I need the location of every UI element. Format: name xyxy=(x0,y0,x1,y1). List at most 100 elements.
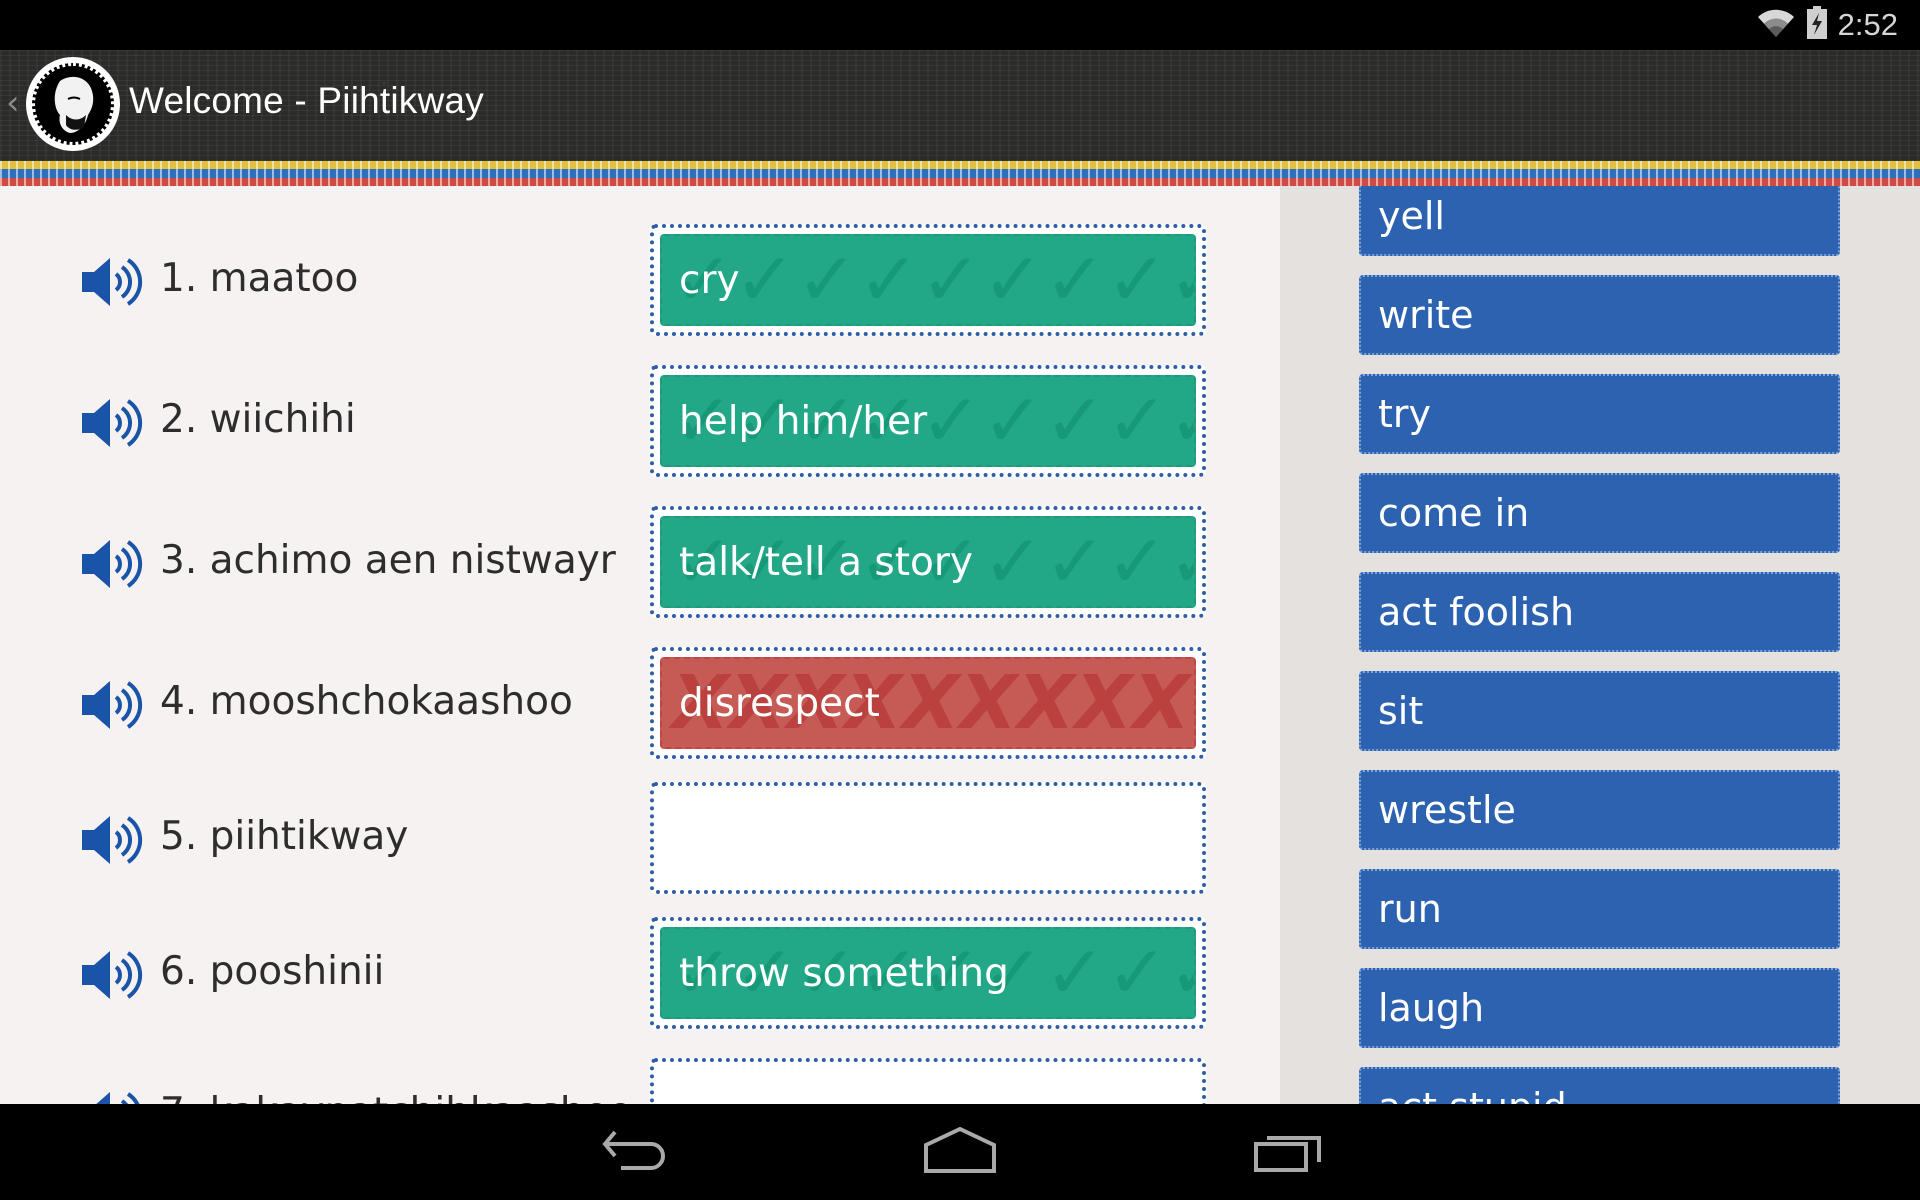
answer-drop-slot[interactable]: X X X X X X X X Xdisrespect xyxy=(650,647,1206,759)
app-logo[interactable] xyxy=(26,57,120,151)
check-icon: ✓ xyxy=(1106,519,1169,605)
correct-answer-tile[interactable]: ✓✓✓✓✓✓✓✓✓help him/her xyxy=(660,375,1196,467)
choices-panel[interactable]: yell write try come in act foolish sit wrestle… xyxy=(1280,186,1920,1104)
choice-tile[interactable]: yell xyxy=(1359,186,1840,256)
answer-drop-slot[interactable]: ✓✓✓✓✓✓✓✓✓cry xyxy=(650,224,1206,336)
x-icon: X xyxy=(1017,660,1075,746)
choice-label: write xyxy=(1378,293,1474,337)
x-icon: X xyxy=(1132,660,1190,746)
choice-tile[interactable]: sit xyxy=(1359,671,1840,751)
band-blue xyxy=(0,169,1920,178)
choice-tile[interactable]: come in xyxy=(1359,473,1840,553)
choice-label: yell xyxy=(1378,194,1445,238)
check-icon: ✓ xyxy=(1044,378,1107,464)
quiz-panel: 1. maatoo✓✓✓✓✓✓✓✓✓cry2. wiichihi✓✓✓✓✓✓✓✓… xyxy=(0,186,1280,1104)
x-icon: X xyxy=(1075,660,1133,746)
check-icon: ✓ xyxy=(1106,930,1169,1016)
speaker-icon[interactable] xyxy=(80,1088,144,1104)
portrait-icon xyxy=(32,63,114,145)
quiz-word: 2. wiichihi xyxy=(160,397,356,442)
check-icon: ✓ xyxy=(1106,237,1169,323)
check-icon: ✓ xyxy=(982,519,1045,605)
choice-label: run xyxy=(1378,887,1442,931)
choice-label: try xyxy=(1378,392,1432,436)
check-icon: ✓ xyxy=(858,237,921,323)
check-icon: ✓ xyxy=(1044,237,1107,323)
quiz-row: 2. wiichihi ✓✓✓✓✓✓✓✓✓help him/her xyxy=(0,365,1280,477)
home-button[interactable] xyxy=(920,1124,1000,1180)
choice-tile[interactable]: wrestle xyxy=(1359,770,1840,850)
beaded-divider xyxy=(0,161,1920,186)
check-icon: ✓ xyxy=(1168,519,1194,605)
check-icon: ✓ xyxy=(1168,237,1194,323)
choice-tile[interactable]: act stupid xyxy=(1359,1067,1840,1104)
choice-tile[interactable]: run xyxy=(1359,869,1840,949)
answer-drop-slot[interactable] xyxy=(650,782,1206,894)
checkmark-pattern-icon: ✓✓✓✓✓✓✓✓✓ xyxy=(672,236,1194,324)
quiz-word: 5. piihtikway xyxy=(160,814,409,859)
recent-apps-icon xyxy=(1253,1128,1323,1176)
speaker-icon[interactable] xyxy=(80,812,144,868)
correct-answer-tile[interactable]: ✓✓✓✓✓✓✓✓✓throw something xyxy=(660,927,1196,1019)
check-icon: ✓ xyxy=(982,378,1045,464)
check-icon: ✓ xyxy=(796,237,859,323)
choice-label: wrestle xyxy=(1378,788,1516,832)
choice-tile[interactable]: act foolish xyxy=(1359,572,1840,652)
battery-charging-icon xyxy=(1806,6,1828,44)
answer-text: throw something xyxy=(679,950,1009,996)
choice-label: act stupid xyxy=(1378,1085,1567,1104)
quiz-row: 6. pooshinii✓✓✓✓✓✓✓✓✓throw something xyxy=(0,917,1280,1029)
page-title: Welcome - Piihtikway xyxy=(129,80,484,121)
recent-apps-button[interactable] xyxy=(1248,1124,1328,1180)
speaker-icon[interactable] xyxy=(80,947,144,1003)
navigation-bar xyxy=(0,1104,1920,1200)
action-bar: ‹ Welcome - Piihtikway xyxy=(0,50,1920,161)
correct-answer-tile[interactable]: ✓✓✓✓✓✓✓✓✓cry xyxy=(660,234,1196,326)
answer-drop-slot[interactable]: ✓✓✓✓✓✓✓✓✓talk/tell a story xyxy=(650,506,1206,618)
status-icons: 2:52 xyxy=(1756,6,1898,44)
check-icon: ✓ xyxy=(1106,378,1169,464)
correct-answer-tile[interactable]: ✓✓✓✓✓✓✓✓✓talk/tell a story xyxy=(660,516,1196,608)
answer-drop-slot[interactable] xyxy=(650,1058,1206,1104)
choice-tile[interactable]: write xyxy=(1359,275,1840,355)
choice-tile[interactable]: try xyxy=(1359,374,1840,454)
check-icon: ✓ xyxy=(920,378,983,464)
answer-text: help him/her xyxy=(679,398,928,444)
choice-label: act foolish xyxy=(1378,590,1575,634)
back-button[interactable] xyxy=(596,1124,676,1180)
check-icon: ✓ xyxy=(920,237,983,323)
band-red xyxy=(0,178,1920,186)
answer-drop-slot[interactable]: ✓✓✓✓✓✓✓✓✓help him/her xyxy=(650,365,1206,477)
speaker-icon[interactable] xyxy=(80,395,144,451)
check-icon: ✓ xyxy=(1168,930,1194,1016)
quiz-row: 4. mooshchokaashoo X X X X X X X X Xdisrespect xyxy=(0,647,1280,759)
check-icon: ✓ xyxy=(734,237,797,323)
choice-tile[interactable]: laugh xyxy=(1359,968,1840,1048)
speaker-icon[interactable] xyxy=(80,677,144,733)
band-yellow xyxy=(0,161,1920,169)
answer-text: disrespect xyxy=(679,680,880,726)
status-bar: 2:52 xyxy=(0,0,1920,50)
quiz-word: 4. mooshchokaashoo xyxy=(160,679,573,724)
wrong-answer-tile[interactable]: X X X X X X X X Xdisrespect xyxy=(660,657,1196,749)
quiz-row: 1. maatoo ✓✓✓✓✓✓✓✓✓cry xyxy=(0,224,1280,336)
chevron-left-icon[interactable]: ‹ xyxy=(6,86,20,120)
choice-label: laugh xyxy=(1378,986,1485,1030)
quiz-word: 3. achimo aen nistwayr xyxy=(160,538,616,583)
wifi-icon xyxy=(1756,7,1796,43)
speaker-icon[interactable] xyxy=(80,254,144,310)
speaker-icon[interactable] xyxy=(80,536,144,592)
quiz-word: 7. kakaynatchihkaashoo xyxy=(160,1090,632,1104)
quiz-row: 7. kakaynatchihkaashoo xyxy=(0,1058,1280,1104)
quiz-word: 6. pooshinii xyxy=(160,949,385,994)
answer-text: cry xyxy=(679,257,740,303)
x-icon: X xyxy=(960,660,1018,746)
answer-drop-slot[interactable]: ✓✓✓✓✓✓✓✓✓throw something xyxy=(650,917,1206,1029)
x-icon: X xyxy=(902,660,960,746)
clock: 2:52 xyxy=(1837,7,1898,42)
check-icon: ✓ xyxy=(1168,378,1194,464)
check-icon: ✓ xyxy=(1044,930,1107,1016)
choice-label: sit xyxy=(1378,689,1424,733)
back-icon xyxy=(601,1128,671,1176)
quiz-row: 3. achimo aen nistwayr ✓✓✓✓✓✓✓✓✓talk/tell… xyxy=(0,506,1280,618)
